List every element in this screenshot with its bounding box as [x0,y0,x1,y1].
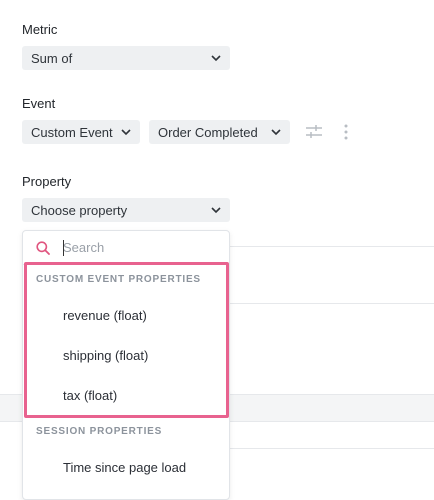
property-dropdown: CUSTOM EVENT PROPERTIES revenue (float) … [22,230,230,500]
section-title-session-properties: SESSION PROPERTIES [36,426,163,437]
background-divider [230,303,434,304]
chevron-down-icon [211,207,221,214]
chevron-down-icon [121,129,131,136]
search-input[interactable] [61,239,205,256]
option-tax[interactable]: tax (float) [63,388,117,403]
metric-select-value: Sum of [31,50,73,66]
search-icon [36,240,50,255]
text-cursor [63,240,64,256]
background-divider [230,246,434,247]
more-vertical-icon[interactable] [343,124,349,140]
event-label: Event [22,96,56,111]
event-name-value: Order Completed [158,124,258,140]
option-revenue[interactable]: revenue (float) [63,308,147,323]
event-name-select[interactable]: Order Completed [149,120,290,144]
chevron-down-icon [211,55,221,62]
section-title-custom-event-properties: CUSTOM EVENT PROPERTIES [36,274,201,285]
property-select[interactable]: Choose property [22,198,230,222]
search-row [23,231,229,265]
event-type-value: Custom Event [31,124,113,140]
background-divider [230,448,434,449]
chevron-down-icon [271,129,281,136]
event-type-select[interactable]: Custom Event [22,120,140,144]
property-label: Property [22,174,72,189]
property-select-value: Choose property [31,202,128,218]
metric-select[interactable]: Sum of [22,46,230,70]
filter-icon[interactable] [305,124,323,140]
metric-label: Metric [22,22,58,37]
option-shipping[interactable]: shipping (float) [63,348,148,363]
option-time-since-page-load[interactable]: Time since page load [63,460,186,475]
